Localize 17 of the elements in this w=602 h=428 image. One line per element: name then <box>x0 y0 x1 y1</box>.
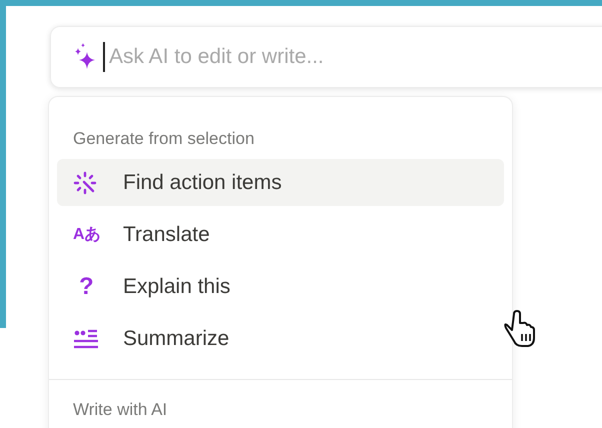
menu-item[interactable]: Aあ Translate <box>57 211 504 258</box>
magic-wand-icon <box>73 170 97 194</box>
section-heading: Write with AI <box>72 399 168 421</box>
menu-item[interactable]: ? Explain this <box>57 263 504 310</box>
question-icon: ? <box>79 272 94 300</box>
hand-cursor-icon <box>503 310 537 348</box>
menu-item-label: Explain this <box>123 274 230 298</box>
summary-lines-icon <box>73 328 99 350</box>
menu-item-label: Translate <box>123 222 210 246</box>
menu-item-label: Summarize <box>123 326 230 350</box>
menu-item[interactable]: Find action items <box>57 159 504 206</box>
prompt-input[interactable]: Ask AI to edit or write... <box>103 42 589 72</box>
ai-prompt-field[interactable]: Ask AI to edit or write... <box>50 26 602 88</box>
translate-icon: Aあ <box>73 224 101 245</box>
menu-item[interactable]: Summarize <box>57 315 504 362</box>
section-heading: Generate from selection <box>72 128 256 150</box>
menu-item-label: Find action items <box>123 170 282 194</box>
